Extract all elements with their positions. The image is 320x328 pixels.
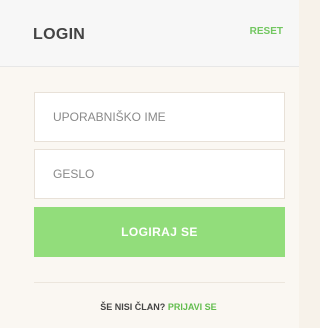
page-title: LOGIN (33, 26, 86, 43)
signup-prompt-text: ŠE NISI ČLAN? (100, 302, 166, 312)
divider (34, 282, 285, 283)
login-header: LOGIN RESET (0, 0, 299, 67)
username-input[interactable] (34, 92, 285, 142)
reset-link[interactable]: RESET (250, 26, 283, 37)
login-button[interactable]: LOGIRAJ SE (34, 207, 285, 257)
login-panel: LOGIN RESET LOGIRAJ SE ŠE NISI ČLAN? PRI… (0, 0, 299, 328)
signup-prompt: ŠE NISI ČLAN? PRIJAVI SE (0, 302, 299, 312)
password-input[interactable] (34, 149, 285, 199)
register-link[interactable]: PRIJAVI SE (168, 302, 217, 312)
